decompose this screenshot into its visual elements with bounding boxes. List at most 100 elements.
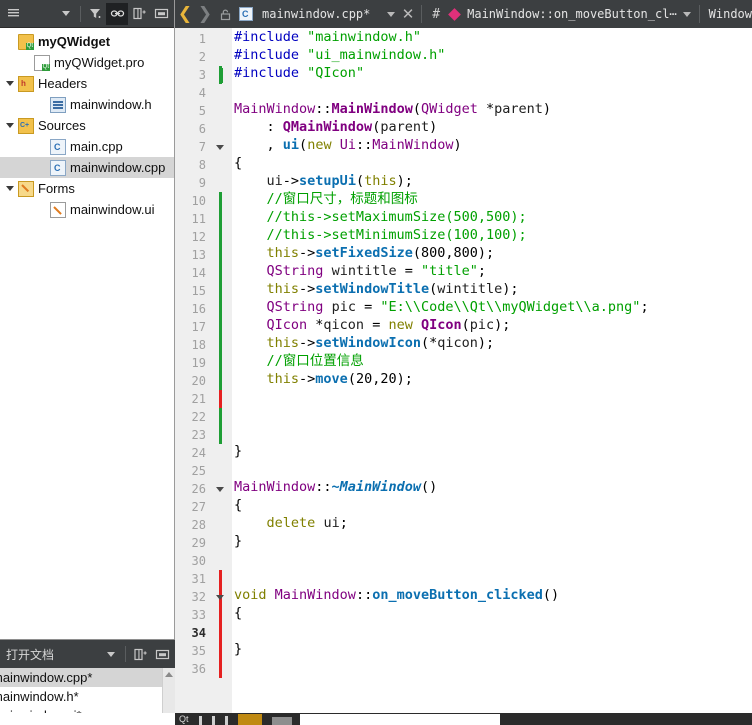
change-marker — [219, 390, 222, 408]
fold-marker-icon[interactable] — [214, 588, 226, 606]
window-menu-label[interactable]: Window — [709, 7, 752, 21]
tree-item-label: Forms — [38, 181, 75, 196]
list-icon[interactable] — [2, 3, 24, 25]
code-line: this->setFixedSize(800,800); — [266, 245, 495, 261]
line-number: 5 — [198, 104, 206, 118]
taskbar-icon-1[interactable] — [198, 716, 202, 725]
line-number: 33 — [191, 608, 206, 622]
change-marker — [219, 570, 222, 678]
code-line: this->setWindowIcon(*qicon); — [266, 335, 495, 351]
code-line: { — [234, 605, 243, 621]
qt-pro-file-icon — [34, 54, 50, 71]
tree-item-mainwindow-ui[interactable]: mainwindow.ui — [0, 199, 174, 220]
line-number: 9 — [198, 176, 206, 190]
filter-icon[interactable] — [84, 3, 106, 25]
chevron-down-icon[interactable] — [386, 11, 395, 17]
project-sidebar: myQWidget myQWidget.pro Headers mainwindow.… — [0, 0, 175, 725]
taskbar-icon-active[interactable] — [237, 714, 262, 725]
code-line: { — [234, 155, 243, 171]
line-number: 4 — [198, 86, 206, 100]
tree-item-main-cpp[interactable]: main.cpp — [0, 136, 174, 157]
tree-item-label: mainwindow.cpp — [70, 160, 166, 175]
scroll-up-arrow-icon[interactable] — [165, 672, 173, 677]
editor-filename[interactable]: mainwindow.cpp* — [262, 7, 370, 21]
code-line: this->setWindowTitle(wintitle); — [266, 281, 519, 297]
tree-item-myqwidget[interactable]: myQWidget — [0, 31, 174, 52]
change-marker-bar — [219, 28, 222, 713]
line-number: 21 — [191, 392, 206, 406]
editor-area: ❮ ❯ mainwindow.cpp* ✕ # MainWindow::on_m… — [175, 0, 752, 725]
link-icon[interactable] — [106, 2, 128, 25]
taskbar-app-label[interactable]: Qt — [179, 714, 189, 725]
project-tree[interactable]: myQWidget myQWidget.pro Headers mainwindow.… — [0, 28, 174, 220]
taskbar-icon-3[interactable] — [224, 716, 228, 725]
line-number: 10 — [191, 194, 206, 208]
code-line: } — [234, 641, 243, 657]
sources-folder-icon — [18, 117, 34, 134]
split-icon[interactable] — [129, 643, 151, 665]
tree-item-headers[interactable]: Headers — [0, 73, 174, 94]
open-documents-title[interactable]: 打开文档 — [2, 646, 100, 663]
collapse-icon[interactable] — [151, 643, 173, 665]
editor-gutter[interactable]: 1 2 3 4 5 6 7 8 9 10 11 12 13 14 15 16 17 18 19 20 21 22 23 24 2… — [175, 28, 232, 713]
toolbar-divider — [698, 5, 700, 23]
line-column-indicator[interactable]: # — [432, 7, 440, 22]
line-number: 22 — [191, 410, 206, 424]
line-number: 8 — [198, 158, 206, 172]
taskbar-icon-5[interactable] — [271, 717, 292, 725]
code-text[interactable]: #include "mainwindow.h" #include "ui_main… — [232, 28, 752, 713]
chevron-right-icon[interactable]: ❯ — [195, 0, 215, 28]
line-number: 15 — [191, 284, 206, 298]
code-line: //this->setMinimumSize(100,100); — [266, 227, 527, 243]
line-number: 34 — [191, 626, 206, 640]
chevron-down-icon[interactable] — [2, 81, 18, 86]
chevron-down-icon[interactable] — [2, 186, 18, 191]
symbol-selector-label[interactable]: MainWindow::on_moveButton_cl⋯ — [467, 7, 677, 21]
split-icon[interactable] — [128, 3, 150, 25]
open-document-item[interactable]: mainwindow.cpp* — [0, 668, 175, 687]
tree-item-label: main.cpp — [70, 139, 123, 154]
unlocked-padlock-icon[interactable] — [215, 8, 235, 21]
fold-marker-icon[interactable] — [214, 138, 226, 156]
ui-file-icon — [50, 201, 66, 218]
toolbar-divider — [125, 646, 126, 662]
chevron-down-icon[interactable] — [100, 643, 122, 665]
tree-item-label: Sources — [38, 118, 86, 133]
line-number: 36 — [191, 662, 206, 676]
windows-taskbar: Qt — [175, 713, 752, 725]
tree-item-mainwindow-h[interactable]: mainwindow.h — [0, 94, 174, 115]
taskbar-icon-2[interactable] — [211, 716, 215, 725]
tree-item-sources[interactable]: Sources — [0, 115, 174, 136]
chevron-down-icon[interactable] — [2, 123, 18, 128]
project-panel-toolbar — [0, 0, 174, 28]
forms-folder-icon — [18, 180, 34, 197]
cpp-file-icon — [50, 138, 66, 155]
tree-item-forms[interactable]: Forms — [0, 178, 174, 199]
fold-marker-icon[interactable] — [214, 480, 226, 498]
open-document-item[interactable]: mainwindow.h* — [0, 687, 175, 706]
tree-item-myqwidget-pro[interactable]: myQWidget.pro — [0, 52, 174, 73]
code-editor[interactable]: 1 2 3 4 5 6 7 8 9 10 11 12 13 14 15 16 17 18 19 20 21 22 23 24 2… — [175, 28, 752, 713]
close-icon[interactable]: ✕ — [402, 5, 415, 23]
line-number: 12 — [191, 230, 206, 244]
chevron-down-icon[interactable] — [55, 3, 77, 25]
code-line: } — [234, 443, 243, 459]
chevron-left-icon[interactable]: ❮ — [175, 0, 195, 28]
change-marker — [219, 192, 222, 390]
line-number: 13 — [191, 248, 206, 262]
change-marker — [219, 408, 222, 444]
line-number: 20 — [191, 374, 206, 388]
line-number: 14 — [191, 266, 206, 280]
code-line: //this->setMaximumSize(500,500); — [266, 209, 527, 225]
collapse-icon[interactable] — [150, 3, 172, 25]
taskbar-search-box[interactable] — [299, 714, 500, 725]
line-number: 32 — [191, 590, 206, 604]
code-line: void MainWindow::on_moveButton_clicked() — [234, 587, 560, 603]
cpp-file-icon — [239, 7, 253, 21]
chevron-down-icon[interactable] — [682, 11, 691, 17]
code-line: QString pic = "E:\\Code\\Qt\\myQWidget\\… — [266, 299, 649, 315]
tree-item-mainwindow-cpp[interactable]: mainwindow.cpp — [0, 157, 174, 178]
